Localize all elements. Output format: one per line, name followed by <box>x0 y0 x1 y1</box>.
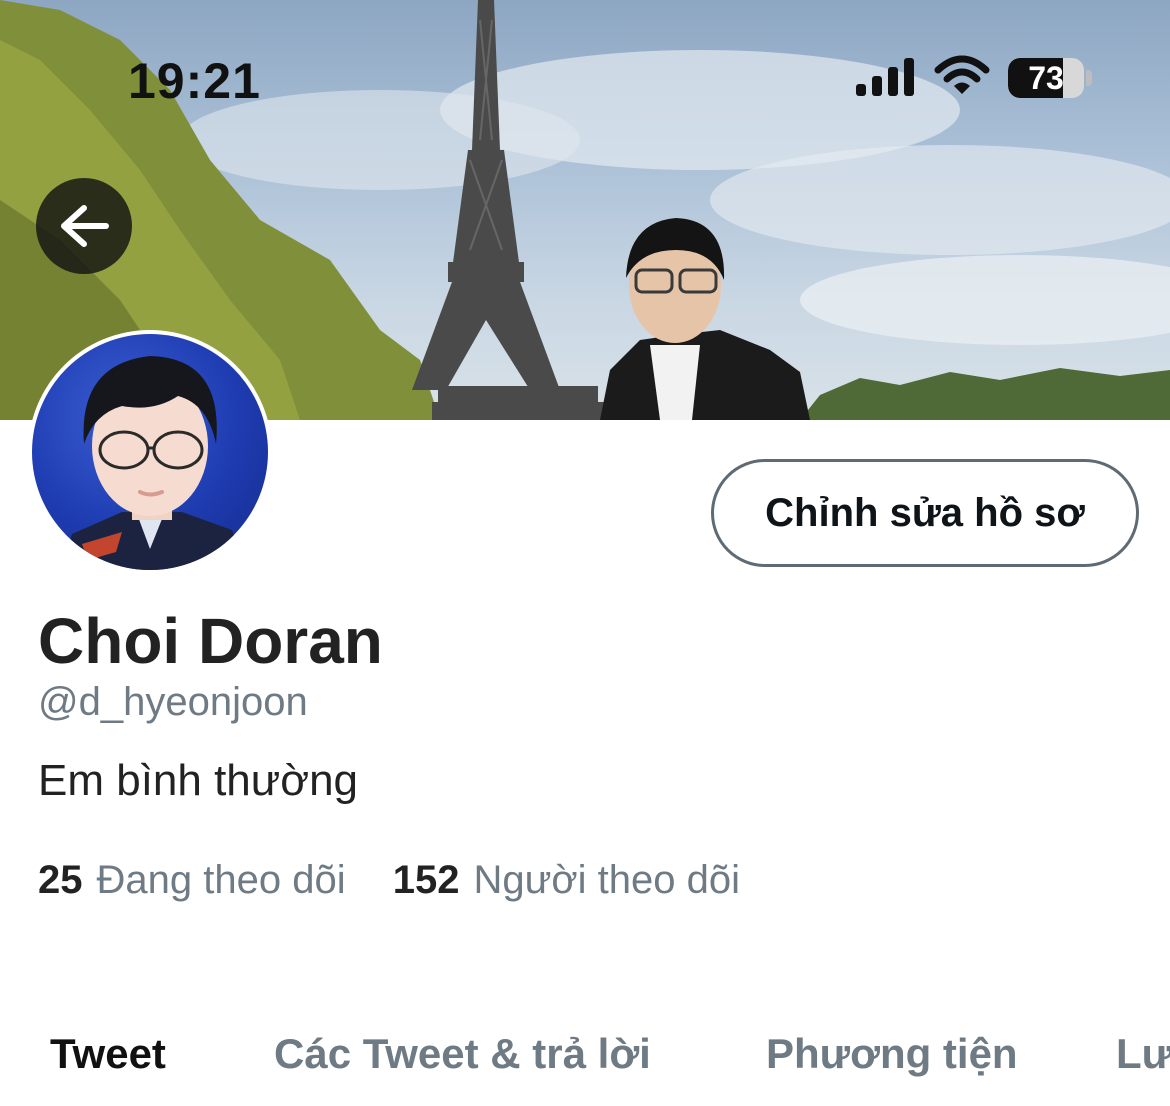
profile-bio: Em bình thường <box>38 756 359 805</box>
tab-media[interactable]: Phương tiện <box>766 1030 1018 1078</box>
arrow-left-icon <box>61 205 109 247</box>
following-count: 25 <box>38 858 83 902</box>
followers-count: 152 <box>392 858 460 902</box>
tab-tweets[interactable]: Tweet <box>50 1030 166 1078</box>
following-label: Đang theo dõi <box>96 858 346 902</box>
back-button[interactable] <box>36 178 132 274</box>
follow-stats: 25 Đang theo dõi 152 Người theo dõi <box>38 858 776 903</box>
battery-nub <box>1086 70 1092 86</box>
avatar-image <box>32 334 268 570</box>
battery-level: 73 <box>1028 60 1064 96</box>
battery-icon: 73 <box>1008 58 1084 98</box>
followers-link[interactable]: 152 Người theo dõi <box>393 858 740 903</box>
followers-label: Người theo dõi <box>473 858 740 902</box>
avatar[interactable] <box>28 330 272 574</box>
edit-profile-button[interactable]: Chỉnh sửa hồ sơ <box>711 459 1139 567</box>
profile-display-name: Choi Doran <box>38 605 383 677</box>
tab-tweets-and-replies[interactable]: Các Tweet & trả lời <box>274 1030 651 1078</box>
profile-screen: 19:21 73 Chỉnh sửa hồ sơ Choi Doran @d_h… <box>0 0 1170 1106</box>
signal-icon <box>856 58 914 96</box>
tab-likes[interactable]: Lượt thích <box>1116 1030 1170 1078</box>
status-bar-time: 19:21 <box>128 53 261 109</box>
wifi-icon <box>934 55 990 94</box>
following-link[interactable]: 25 Đang theo dõi <box>38 858 346 903</box>
profile-handle: @d_hyeonjoon <box>38 680 308 724</box>
profile-tabs: Tweet Các Tweet & trả lời Phương tiện Lư… <box>0 1030 1170 1106</box>
